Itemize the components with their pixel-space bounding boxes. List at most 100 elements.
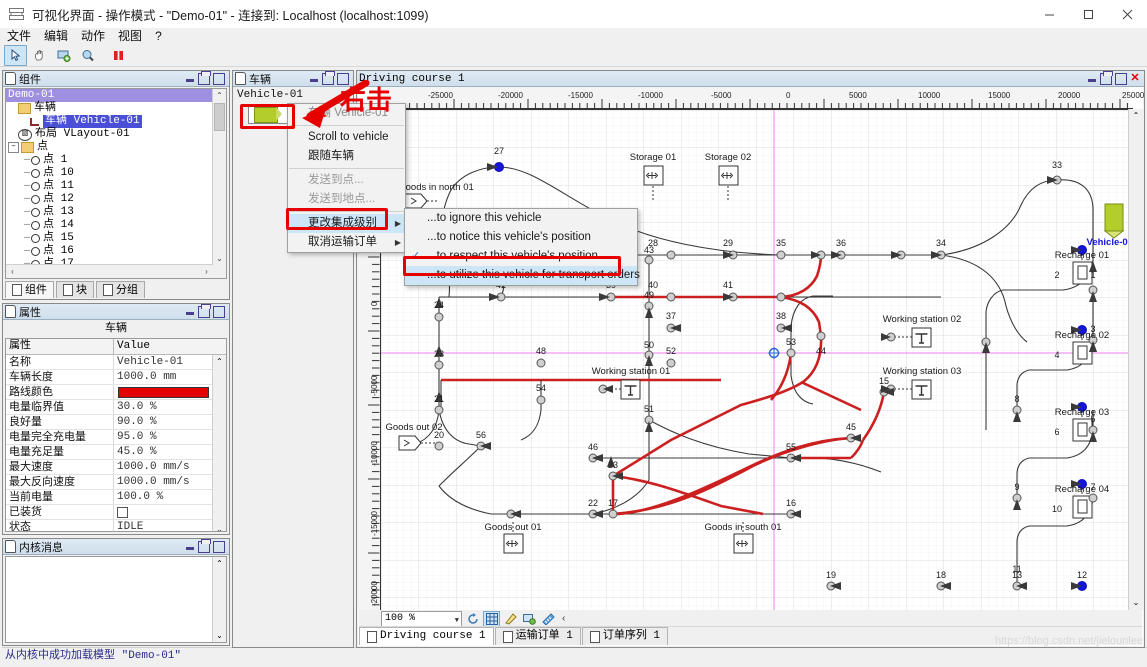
- window-minimize-button[interactable]: [1030, 0, 1069, 28]
- context-menu-withdraw-transport-order[interactable]: 取消运输订单 ▶: [288, 233, 405, 252]
- scroll-down-icon[interactable]: ⌄: [213, 252, 226, 265]
- tab-driving-course[interactable]: Driving course 1: [359, 627, 494, 645]
- property-value[interactable]: 1000.0 mm/s: [114, 460, 213, 474]
- tree-root-item[interactable]: Demo-01: [6, 89, 213, 102]
- route-color-swatch[interactable]: [118, 387, 209, 398]
- vehicle-context-menu[interactable]: 车辆 Vehicle-01 Scroll to vehicle 跟随车辆 发送到…: [287, 103, 406, 253]
- tree-item-point[interactable]: — 点 12: [6, 193, 213, 206]
- zoom-tool-button[interactable]: [76, 45, 99, 66]
- toggle-ruler-button[interactable]: [540, 611, 557, 627]
- menu-file[interactable]: 文件: [5, 28, 33, 44]
- canvas-vertical-scrollbar[interactable]: ⌃ ⌄: [1128, 109, 1143, 610]
- tree-item-point[interactable]: — 点 1: [6, 154, 213, 167]
- tree-item-point[interactable]: — 点 13: [6, 206, 213, 219]
- property-row[interactable]: 最大速度 1000.0 mm/s: [6, 460, 213, 475]
- tree-vertical-scrollbar[interactable]: ⌃ ⌄: [212, 89, 226, 265]
- integration-level-submenu[interactable]: ...to ignore this vehicle ...to notice t…: [404, 208, 640, 286]
- context-menu-change-integration-level[interactable]: 更改集成级别 ▶: [288, 214, 405, 233]
- refresh-view-button[interactable]: [464, 611, 481, 627]
- property-value[interactable]: Vehicle-01: [114, 355, 213, 369]
- scroll-up-icon[interactable]: ⌃: [213, 557, 226, 570]
- tab-transport-orders[interactable]: 运输订单 1: [494, 627, 581, 645]
- tree-expander-icon[interactable]: –: [8, 142, 19, 153]
- context-menu-follow-vehicle[interactable]: 跟随车辆: [288, 147, 405, 166]
- property-row[interactable]: 电量充足量 45.0 %: [6, 445, 213, 460]
- context-menu-scroll-to-vehicle[interactable]: Scroll to vehicle: [288, 128, 405, 147]
- float-icon[interactable]: [198, 538, 211, 553]
- tree-item-point[interactable]: — 点 11: [6, 180, 213, 193]
- menu-edit[interactable]: 编辑: [42, 28, 70, 44]
- scroll-down-icon[interactable]: ⌄: [213, 523, 226, 531]
- float-icon[interactable]: [322, 70, 335, 85]
- scroll-left-icon[interactable]: ‹: [6, 265, 19, 278]
- property-row[interactable]: 当前电量 100.0 %: [6, 490, 213, 505]
- minimize-icon[interactable]: [185, 542, 195, 552]
- maximize-icon[interactable]: [1115, 72, 1127, 85]
- select-tool-button[interactable]: [4, 44, 27, 66]
- create-element-button[interactable]: [52, 45, 75, 66]
- tree-item-point[interactable]: — 点 15: [6, 232, 213, 245]
- property-row[interactable]: 电量临界值 30.0 %: [6, 400, 213, 415]
- tab-blocks[interactable]: 块: [56, 281, 94, 298]
- scroll-right-icon[interactable]: ›: [200, 265, 213, 278]
- submenu-item-utilize[interactable]: ...to utilize this vehicle for transport…: [405, 266, 640, 285]
- property-value[interactable]: 1000.0 mm/s: [114, 475, 213, 489]
- menu-actions[interactable]: 动作: [79, 28, 107, 44]
- properties-grid[interactable]: 属性 Value 名称 Vehicle-01 车辆长度 1000.0 mm 路线颜色…: [5, 338, 227, 532]
- property-row[interactable]: 良好量 90.0 %: [6, 415, 213, 430]
- scroll-up-icon[interactable]: ⌃: [1129, 109, 1143, 123]
- pan-tool-button[interactable]: [28, 45, 51, 66]
- property-row[interactable]: 已装货: [6, 505, 213, 520]
- minimize-icon[interactable]: [185, 74, 195, 84]
- minimize-icon[interactable]: [185, 307, 195, 317]
- float-icon[interactable]: [198, 70, 211, 85]
- property-value-checkbox[interactable]: [114, 505, 213, 519]
- scrollbar-thumb[interactable]: [214, 103, 225, 131]
- component-tree[interactable]: Demo-01 车辆 车辆 Vehicle-01 ▧ 布局 VLayout-01…: [5, 88, 227, 279]
- tree-item-point[interactable]: — 点 14: [6, 219, 213, 232]
- tree-item-vehicles-folder[interactable]: 车辆: [6, 102, 213, 115]
- tree-item-layout[interactable]: ▧ 布局 VLayout-01: [6, 128, 213, 141]
- property-value[interactable]: 95.0 %: [114, 430, 213, 444]
- submenu-item-respect[interactable]: ✓ ...to respect this vehicle's position: [405, 247, 637, 266]
- tree-item-points-folder[interactable]: – 点: [6, 141, 213, 154]
- tree-item-point[interactable]: — 点 16: [6, 245, 213, 258]
- minimize-icon[interactable]: [309, 74, 319, 84]
- toggle-blocks-button[interactable]: [521, 611, 538, 627]
- minimize-icon[interactable]: [1087, 74, 1097, 84]
- menu-view[interactable]: 视图: [116, 28, 144, 44]
- menu-help[interactable]: ?: [153, 28, 164, 44]
- property-row[interactable]: 车辆长度 1000.0 mm: [6, 370, 213, 385]
- float-icon[interactable]: [198, 303, 211, 318]
- scroll-up-icon[interactable]: ⌃: [213, 89, 226, 102]
- tab-components[interactable]: 组件: [5, 281, 54, 298]
- property-value[interactable]: 90.0 %: [114, 415, 213, 429]
- vehicle-thumbnail[interactable]: [248, 104, 288, 124]
- properties-vertical-scrollbar[interactable]: ⌃ ⌄: [212, 355, 226, 531]
- scroll-left-icon[interactable]: ‹: [562, 613, 565, 624]
- maximize-icon[interactable]: [213, 305, 225, 318]
- zoom-level-select[interactable]: 100 % ▼: [381, 610, 462, 627]
- tab-groups[interactable]: 分组: [96, 281, 145, 298]
- submenu-item-ignore[interactable]: ...to ignore this vehicle: [405, 209, 637, 228]
- property-row[interactable]: 状态 IDLE: [6, 520, 213, 531]
- close-icon[interactable]: ✕: [1130, 73, 1140, 84]
- property-value[interactable]: 100.0 %: [114, 490, 213, 504]
- loaded-checkbox[interactable]: [117, 507, 128, 518]
- property-row[interactable]: 路线颜色: [6, 385, 213, 400]
- tab-order-sequences[interactable]: 订单序列 1: [581, 627, 669, 645]
- tree-item-vehicle-01[interactable]: 车辆 Vehicle-01: [6, 115, 213, 128]
- window-maximize-button[interactable]: [1069, 0, 1108, 28]
- property-row[interactable]: 最大反向速度 1000.0 mm/s: [6, 475, 213, 490]
- property-value[interactable]: IDLE: [114, 520, 213, 531]
- submenu-item-notice[interactable]: ...to notice this vehicle's position: [405, 228, 637, 247]
- kernel-vertical-scrollbar[interactable]: ⌃ ⌄: [212, 557, 226, 642]
- maximize-icon[interactable]: [213, 540, 225, 553]
- plant-overview-canvas[interactable]: 272630 322829 353634 33 423940 411 3738 …: [381, 110, 1129, 610]
- property-value[interactable]: 1000.0 mm: [114, 370, 213, 384]
- scroll-up-icon[interactable]: ⌃: [213, 355, 226, 368]
- property-row[interactable]: 电量完全充电量 95.0 %: [6, 430, 213, 445]
- property-value[interactable]: 30.0 %: [114, 400, 213, 414]
- scroll-down-icon[interactable]: ⌄: [1129, 596, 1143, 610]
- float-icon[interactable]: [1100, 70, 1113, 85]
